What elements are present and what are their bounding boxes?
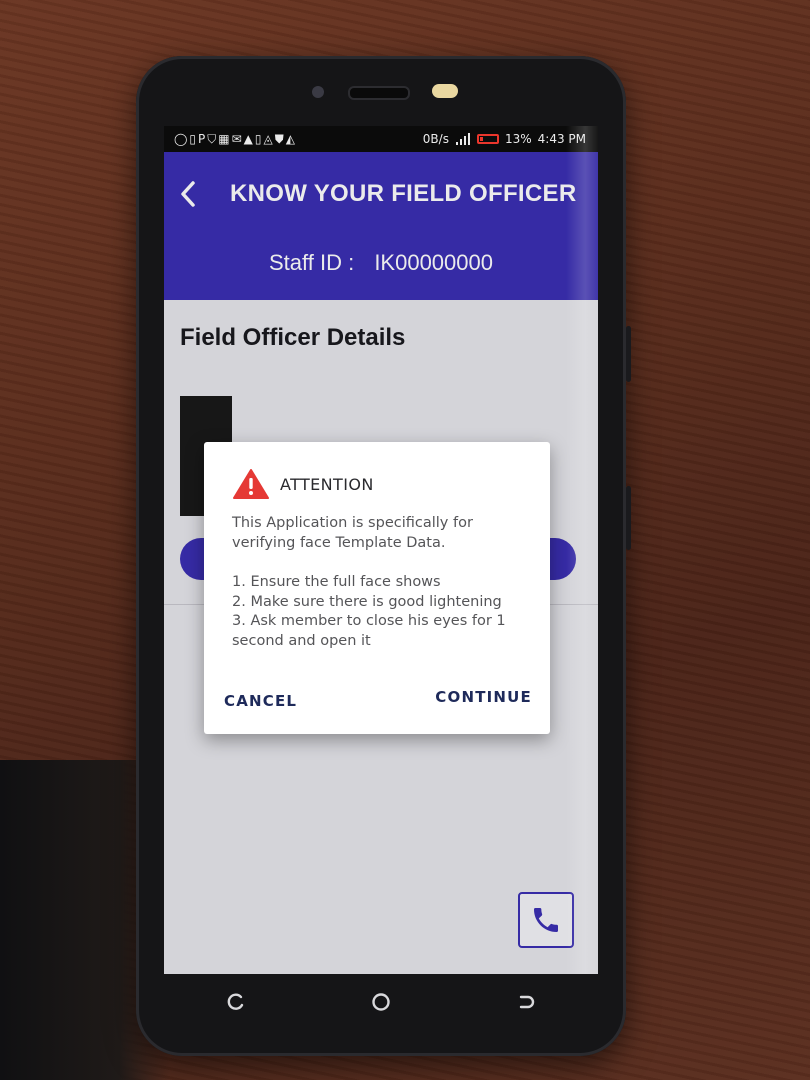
recent-apps-icon [227,993,244,1010]
dialog-title: ATTENTION [280,474,374,494]
navigation-bar [164,974,598,1030]
power-button [626,486,631,550]
cancel-button[interactable]: CANCEL [224,686,297,716]
dialog-actions: CANCEL CONTINUE [204,686,550,716]
continue-button[interactable]: CONTINUE [435,682,532,712]
back-icon [519,995,534,1009]
attention-dialog: ATTENTION This Application is specifical… [204,442,550,734]
nav-back-button[interactable] [506,982,546,1022]
dialog-header: ATTENTION [232,468,374,500]
front-flash [432,84,458,98]
front-camera [312,86,324,98]
warning-triangle-icon [233,469,269,499]
home-icon [372,993,390,1011]
recent-apps-button[interactable] [216,982,256,1022]
phone-top-bezel [136,56,626,136]
dialog-message: This Application is specifically for ver… [232,514,528,651]
instruction-item: 1. Ensure the full face shows [232,574,441,590]
dialog-intro: This Application is specifically for ver… [232,515,473,551]
home-button[interactable] [361,982,401,1022]
volume-button [626,326,631,382]
phone-device: ◯▯P⛉▦✉▲▯◬⛊◭ 0B/s 13% 4:43 PM KNOW YOUR F… [136,56,631,1056]
instruction-item: 3. Ask member to close his eyes for 1 se… [232,613,506,649]
instruction-item: 2. Make sure there is good lightening [232,593,502,610]
earpiece-speaker [348,86,410,100]
phone-screen: ◯▯P⛉▦✉▲▯◬⛊◭ 0B/s 13% 4:43 PM KNOW YOUR F… [164,126,598,974]
